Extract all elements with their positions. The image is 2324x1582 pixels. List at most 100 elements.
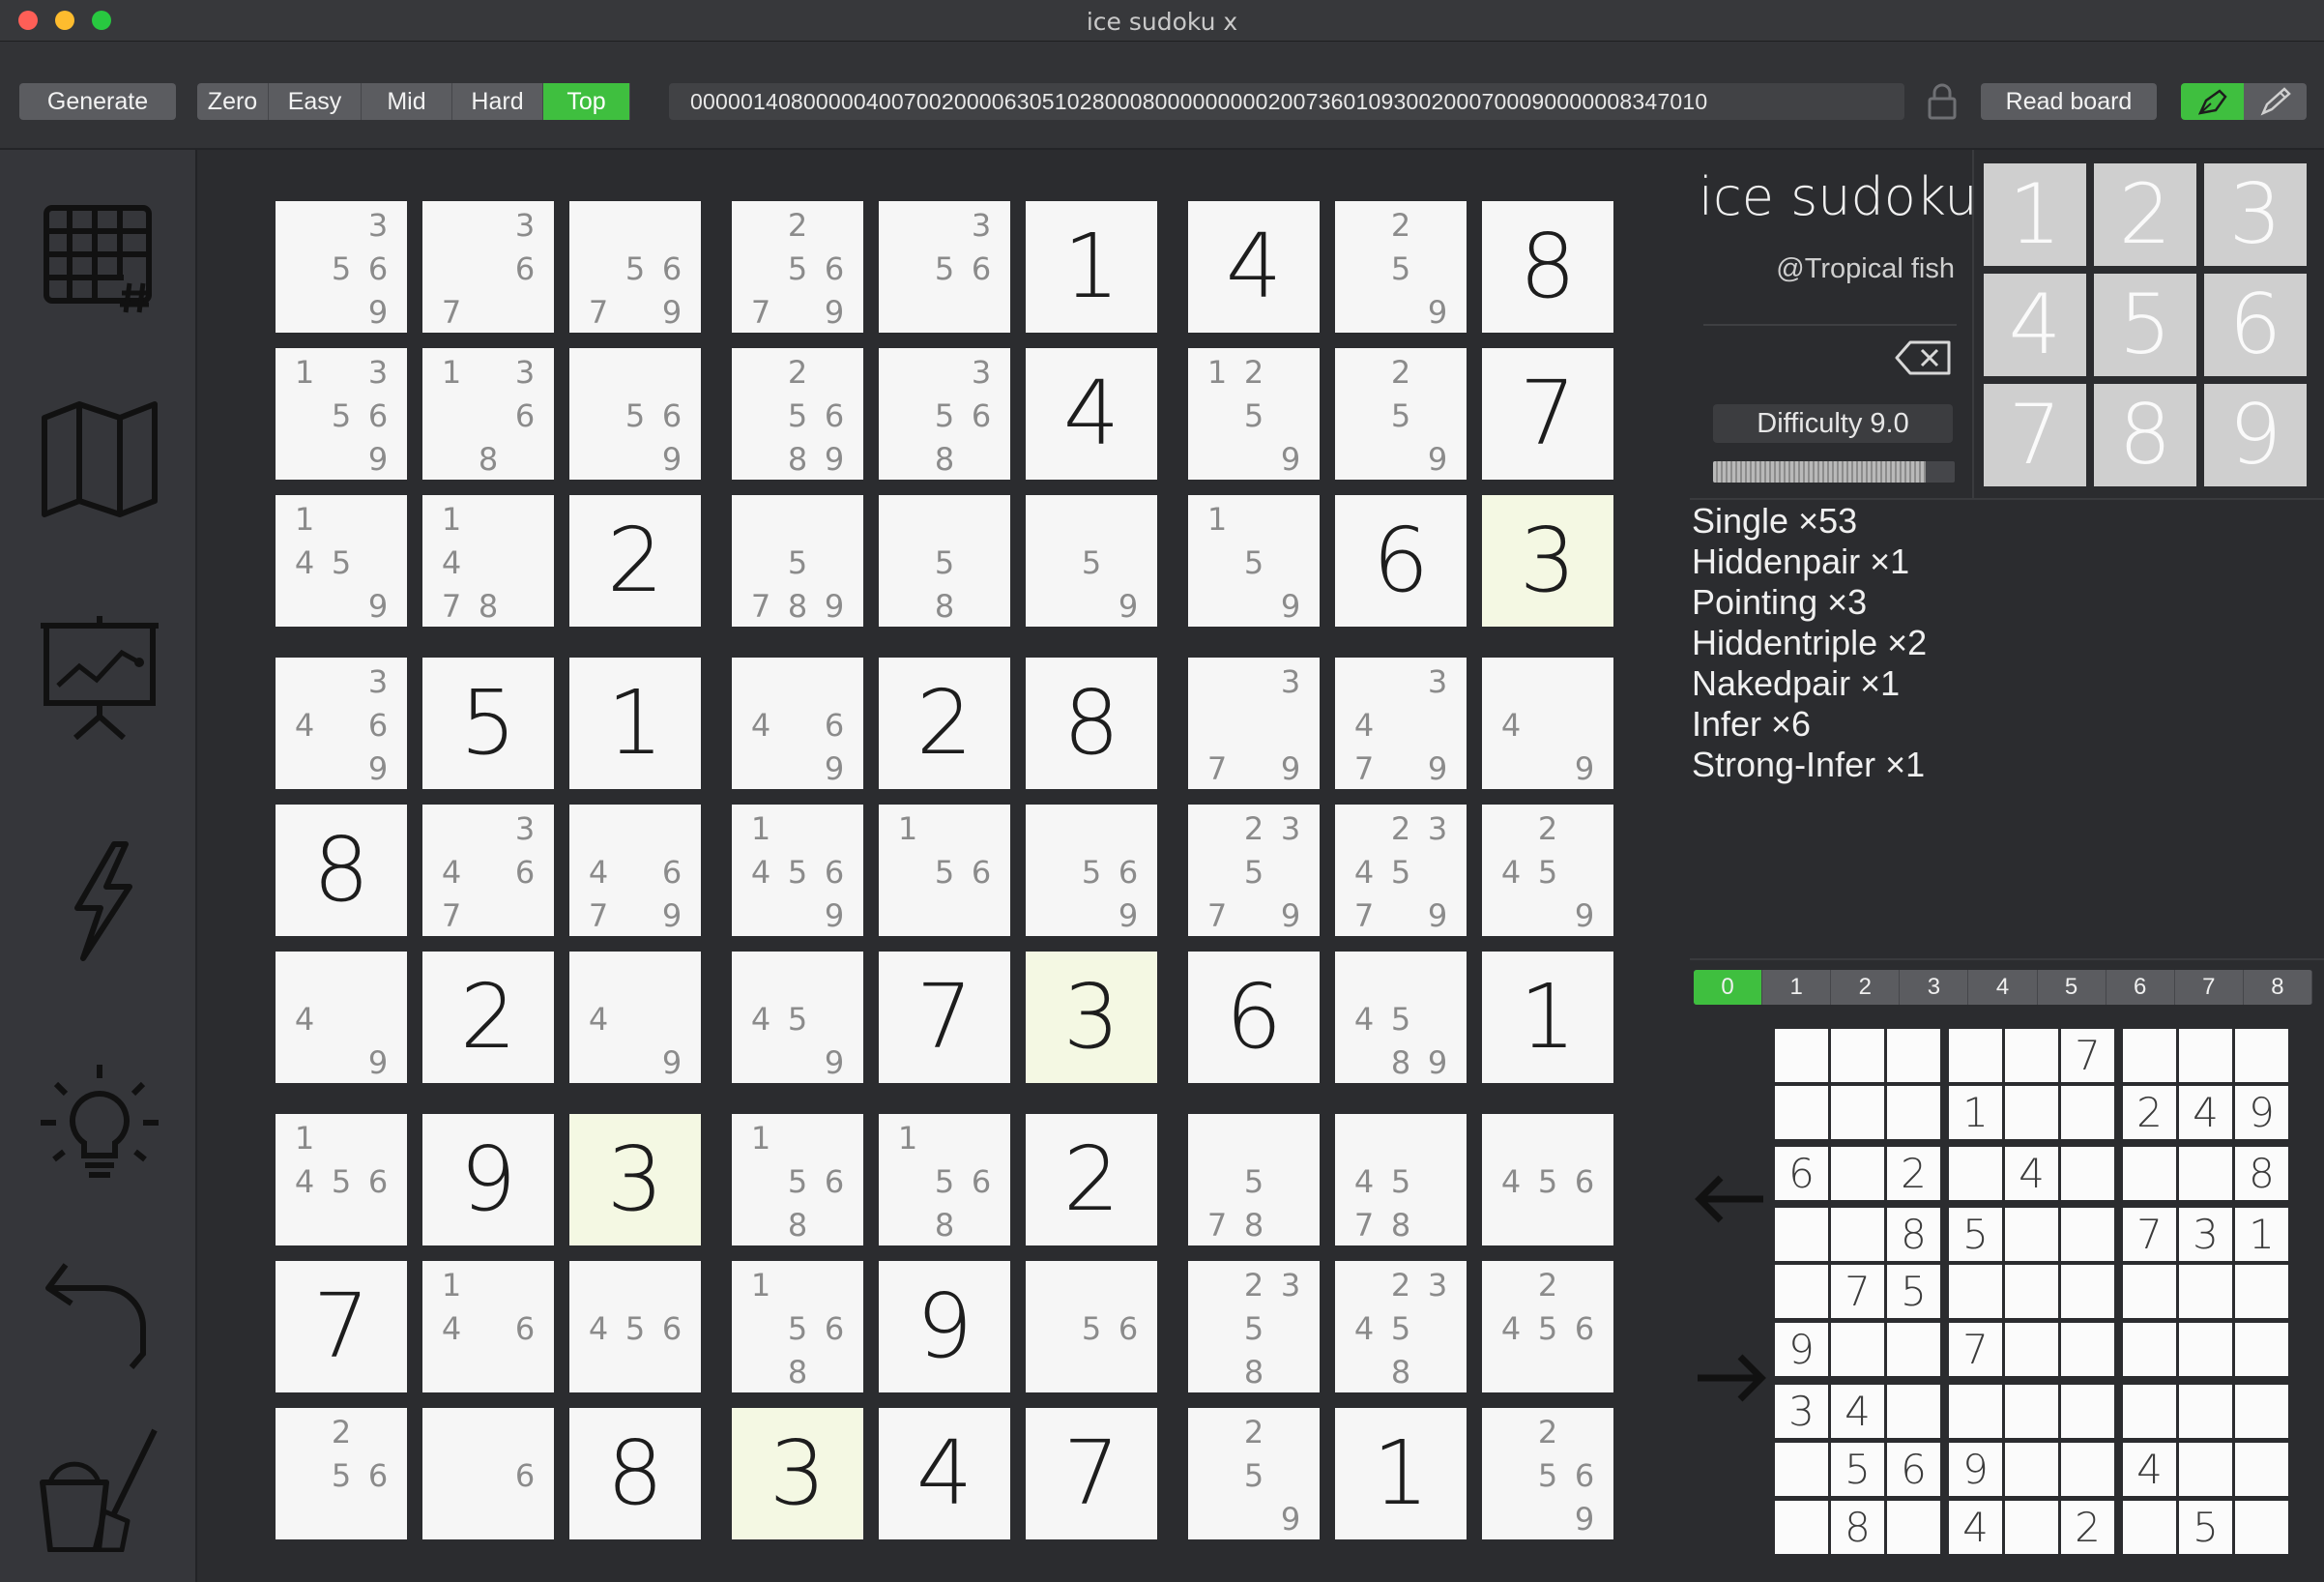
numpad-3-button[interactable]: 3: [2204, 163, 2307, 266]
sudoku-cell[interactable]: 4: [1188, 201, 1320, 333]
sudoku-cell[interactable]: 14569: [732, 805, 863, 936]
sudoku-cell[interactable]: 456: [1482, 1114, 1613, 1245]
sudoku-cell[interactable]: 2 59: [1335, 201, 1467, 333]
sudoku-cell[interactable]: 356: [879, 201, 1010, 333]
difficulty-zero-button[interactable]: Zero: [197, 83, 269, 120]
sudoku-cell[interactable]: 1568: [732, 1261, 863, 1392]
sudoku-cell[interactable]: 1456: [276, 1114, 407, 1245]
numpad-5-button[interactable]: 5: [2094, 274, 2196, 376]
sudoku-cell[interactable]: 59: [1026, 495, 1157, 627]
sudoku-cell[interactable]: 4: [879, 1408, 1010, 1539]
numpad-8-button[interactable]: 8: [2094, 384, 2196, 486]
sudoku-cell[interactable]: 1: [1026, 201, 1157, 333]
sudoku-cell[interactable]: 578: [1188, 1114, 1320, 1245]
step-tab-1[interactable]: 1: [1762, 970, 1832, 1005]
sudoku-cell[interactable]: 5679: [569, 201, 701, 333]
sudoku-cell[interactable]: 1 3 68: [422, 348, 554, 480]
pen-tool-button[interactable]: [2181, 83, 2244, 120]
backspace-icon[interactable]: [1893, 338, 1955, 377]
step-tab-2[interactable]: 2: [1831, 970, 1901, 1005]
sudoku-cell[interactable]: 49: [569, 952, 701, 1083]
map-icon[interactable]: [37, 396, 162, 522]
sudoku-cell[interactable]: 13569: [276, 348, 407, 480]
sudoku-cell[interactable]: 8: [569, 1408, 701, 1539]
lock-icon[interactable]: [1926, 82, 1959, 121]
sudoku-cell[interactable]: 4589: [1335, 952, 1467, 1083]
sudoku-cell[interactable]: 3 7 9: [1188, 658, 1320, 789]
sudoku-cell[interactable]: 2: [422, 952, 554, 1083]
step-tab-5[interactable]: 5: [2038, 970, 2106, 1005]
sudoku-cell[interactable]: 5: [422, 658, 554, 789]
sudoku-cell[interactable]: 9: [422, 1114, 554, 1245]
sudoku-cell[interactable]: 4578: [1335, 1114, 1467, 1245]
sudoku-cell[interactable]: 1478: [422, 495, 554, 627]
sudoku-cell[interactable]: 23579: [1188, 805, 1320, 936]
step-tab-4[interactable]: 4: [1968, 970, 2038, 1005]
sudoku-cell[interactable]: 2358: [1188, 1261, 1320, 1392]
numpad-9-button[interactable]: 9: [2204, 384, 2307, 486]
sudoku-cell[interactable]: 3: [1482, 495, 1613, 627]
step-tab-8[interactable]: 8: [2244, 970, 2312, 1005]
difficulty-easy-button[interactable]: Easy: [269, 83, 362, 120]
difficulty-hard-button[interactable]: Hard: [452, 83, 543, 120]
difficulty-mid-button[interactable]: Mid: [362, 83, 452, 120]
numpad-2-button[interactable]: 2: [2094, 163, 2196, 266]
sudoku-cell[interactable]: 6: [1188, 952, 1320, 1083]
sudoku-cell[interactable]: 1: [1482, 952, 1613, 1083]
sudoku-cell[interactable]: 7: [276, 1261, 407, 1392]
sudoku-cell[interactable]: 49: [1482, 658, 1613, 789]
step-tab-3[interactable]: 3: [1900, 970, 1969, 1005]
sudoku-cell[interactable]: 3 6 7: [422, 201, 554, 333]
sudoku-cell[interactable]: 1: [1335, 1408, 1467, 1539]
sudoku-cell[interactable]: 256: [276, 1408, 407, 1539]
sudoku-cell[interactable]: 3 4 6 9: [276, 658, 407, 789]
sudoku-cell[interactable]: 56: [1026, 1261, 1157, 1392]
sudoku-cell[interactable]: 6: [1335, 495, 1467, 627]
sudoku-cell[interactable]: 2 59: [1335, 348, 1467, 480]
lightbulb-icon[interactable]: [37, 1059, 162, 1185]
sudoku-cell[interactable]: 5789: [732, 495, 863, 627]
sudoku-cell[interactable]: 8: [1026, 658, 1157, 789]
sudoku-cell[interactable]: 8: [276, 805, 407, 936]
sudoku-cell[interactable]: 3569: [276, 201, 407, 333]
sudoku-cell[interactable]: 159: [1188, 495, 1320, 627]
numpad-7-button[interactable]: 7: [1984, 384, 2086, 486]
sudoku-cell[interactable]: 156: [879, 805, 1010, 936]
read-board-button[interactable]: Read board: [1981, 83, 2157, 120]
sudoku-cell[interactable]: 2 59: [1188, 1408, 1320, 1539]
sudoku-cell[interactable]: 8: [1482, 201, 1613, 333]
pencil-tool-button[interactable]: [2244, 83, 2307, 120]
sudoku-cell[interactable]: 459: [732, 952, 863, 1083]
sudoku-cell[interactable]: 1459: [276, 495, 407, 627]
sudoku-cell[interactable]: 7: [1026, 1408, 1157, 1539]
sudoku-cell[interactable]: 1568: [732, 1114, 863, 1245]
sudoku-cell[interactable]: 569: [1026, 805, 1157, 936]
sudoku-cell[interactable]: 23458: [1335, 1261, 1467, 1392]
arrow-left-icon[interactable]: [1692, 1170, 1769, 1228]
sudoku-cell[interactable]: 25689: [732, 348, 863, 480]
sudoku-cell[interactable]: 3: [1026, 952, 1157, 1083]
difficulty-top-button[interactable]: Top: [543, 83, 630, 120]
sudoku-cell[interactable]: 456: [569, 1261, 701, 1392]
sudoku-cell[interactable]: 2569: [1482, 1408, 1613, 1539]
generate-button[interactable]: Generate: [19, 83, 176, 120]
sudoku-cell[interactable]: 2: [1026, 1114, 1157, 1245]
sudoku-cell[interactable]: 2459: [1482, 805, 1613, 936]
clean-bucket-icon[interactable]: [37, 1426, 162, 1552]
numpad-1-button[interactable]: 1: [1984, 163, 2086, 266]
sudoku-cell[interactable]: 4: [1026, 348, 1157, 480]
sudoku-cell[interactable]: 7: [879, 952, 1010, 1083]
sudoku-cell[interactable]: 4 6 9: [732, 658, 863, 789]
puzzle-string-field[interactable]: 0000014080000040070020000630510280008000…: [669, 83, 1904, 120]
sudoku-cell[interactable]: 49: [276, 952, 407, 1083]
numpad-6-button[interactable]: 6: [2204, 274, 2307, 376]
numpad-4-button[interactable]: 4: [1984, 274, 2086, 376]
sudoku-cell[interactable]: 2: [879, 658, 1010, 789]
sudoku-cell[interactable]: 9: [879, 1261, 1010, 1392]
grid-hash-icon[interactable]: [37, 198, 162, 324]
sudoku-cell[interactable]: 25679: [732, 201, 863, 333]
sudoku-cell[interactable]: 234579: [1335, 805, 1467, 936]
sudoku-cell[interactable]: 3 4 6 7: [422, 805, 554, 936]
sudoku-cell[interactable]: 1: [569, 658, 701, 789]
sudoku-cell[interactable]: 3: [732, 1408, 863, 1539]
